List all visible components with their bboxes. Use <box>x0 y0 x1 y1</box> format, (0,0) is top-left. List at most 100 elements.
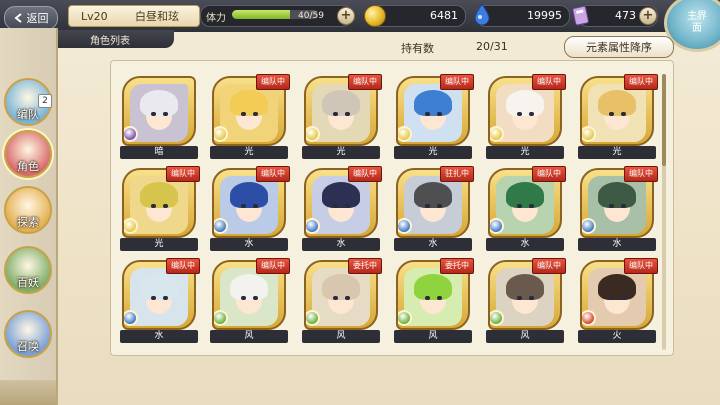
element-icon <box>398 310 412 326</box>
character-eye <box>151 204 156 208</box>
character-card[interactable]: 编队中光 <box>578 74 658 160</box>
owned-count: 20/31 <box>476 40 508 53</box>
element-icon <box>124 218 138 234</box>
element-icon <box>214 218 228 234</box>
element-icon <box>214 126 228 142</box>
character-portrait <box>404 176 462 234</box>
element-label: 暗 <box>120 146 198 159</box>
gold-amount: 6481 <box>430 9 458 22</box>
character-card[interactable]: 驻扎中水 <box>394 166 474 252</box>
character-card[interactable]: 编队中光 <box>394 74 474 160</box>
element-label: 水 <box>486 238 564 251</box>
element-label: 水 <box>302 238 380 251</box>
nav-item-1[interactable]: 编队 2 <box>4 78 52 126</box>
element-icon <box>490 126 504 142</box>
add-stamina-button[interactable]: + <box>337 7 355 25</box>
tab-label: 角色列表 <box>90 35 130 47</box>
nav-item-2[interactable]: 角色 <box>4 130 52 178</box>
element-label: 光 <box>210 146 288 159</box>
status-badge: 编队中 <box>624 166 658 182</box>
character-portrait <box>312 176 370 234</box>
element-icon <box>398 126 412 142</box>
character-card[interactable]: 编队中光 <box>120 166 200 252</box>
character-frame <box>122 76 196 146</box>
character-hair <box>140 274 178 300</box>
nav-item-badge: 2 <box>38 94 52 108</box>
character-eye <box>437 296 442 300</box>
stamina-label: 体力 <box>206 13 226 24</box>
character-card[interactable]: 编队中水 <box>486 166 566 252</box>
nav-item-label: 角色 <box>17 160 39 173</box>
tab-character-list[interactable]: 角色列表 <box>58 30 174 48</box>
character-card[interactable]: 暗 <box>120 76 198 160</box>
character-portrait <box>130 176 188 234</box>
ticket-amount: 473 <box>615 9 636 22</box>
character-eye <box>333 112 338 116</box>
character-card[interactable]: 编队中光 <box>302 74 382 160</box>
status-badge: 编队中 <box>256 258 290 274</box>
status-badge: 编队中 <box>348 74 382 90</box>
nav-item-3[interactable]: 探索 <box>4 186 52 234</box>
player-level-panel[interactable]: Lv20 白昼和玹 <box>68 5 200 27</box>
character-card[interactable]: 委托中风 <box>302 258 382 344</box>
character-eye <box>345 296 350 300</box>
status-badge: 驻扎中 <box>440 166 474 182</box>
character-eye <box>253 296 258 300</box>
element-icon <box>582 218 596 234</box>
element-label: 风 <box>394 330 472 343</box>
character-eye <box>241 204 246 208</box>
character-portrait <box>588 268 646 326</box>
character-hair <box>506 90 544 116</box>
element-label: 水 <box>578 238 656 251</box>
character-card[interactable]: 编队中火 <box>578 258 658 344</box>
sort-label: 元素属性降序 <box>586 41 652 54</box>
status-badge: 编队中 <box>532 258 566 274</box>
nav-item-5[interactable]: 召唤 <box>4 310 52 358</box>
status-badge: 编队中 <box>256 166 290 182</box>
character-card[interactable]: 编队中水 <box>120 258 200 344</box>
element-icon <box>306 126 320 142</box>
status-badge: 委托中 <box>440 258 474 274</box>
gem-drop-icon <box>474 3 490 25</box>
nav-item-label: 百妖 <box>17 276 39 289</box>
stamina-value: 40/59 <box>298 11 324 21</box>
status-badge: 编队中 <box>166 166 200 182</box>
element-label: 水 <box>210 238 288 251</box>
character-portrait <box>312 268 370 326</box>
character-eye <box>529 296 534 300</box>
status-badge: 编队中 <box>532 166 566 182</box>
element-label: 光 <box>302 146 380 159</box>
character-hair <box>230 182 268 208</box>
element-label: 水 <box>394 238 472 251</box>
character-eye <box>163 112 168 116</box>
character-eye <box>425 112 430 116</box>
character-card[interactable]: 编队中风 <box>210 258 290 344</box>
character-card[interactable]: 编队中光 <box>486 74 566 160</box>
status-badge: 编队中 <box>348 166 382 182</box>
back-button[interactable]: 返回 <box>4 6 58 30</box>
character-card[interactable]: 委托中风 <box>394 258 474 344</box>
character-hair <box>140 182 178 208</box>
add-ticket-button[interactable]: + <box>639 7 657 25</box>
grid-scrollbar-thumb[interactable] <box>662 74 666 166</box>
element-icon <box>490 218 504 234</box>
character-eye <box>621 112 626 116</box>
character-portrait <box>220 176 278 234</box>
character-card[interactable]: 编队中风 <box>486 258 566 344</box>
character-eye <box>253 204 258 208</box>
back-label: 返回 <box>26 12 49 25</box>
element-label: 风 <box>486 330 564 343</box>
character-eye <box>517 204 522 208</box>
character-portrait <box>588 84 646 142</box>
status-badge: 编队中 <box>624 258 658 274</box>
character-eye <box>437 112 442 116</box>
character-card[interactable]: 编队中水 <box>210 166 290 252</box>
status-badge: 编队中 <box>532 74 566 90</box>
character-card[interactable]: 编队中光 <box>210 74 290 160</box>
nav-item-4[interactable]: 百妖 <box>4 246 52 294</box>
sort-button[interactable]: 元素属性降序 <box>564 36 674 58</box>
character-card[interactable]: 编队中水 <box>302 166 382 252</box>
element-icon <box>306 218 320 234</box>
character-portrait <box>496 176 554 234</box>
character-card[interactable]: 编队中水 <box>578 166 658 252</box>
